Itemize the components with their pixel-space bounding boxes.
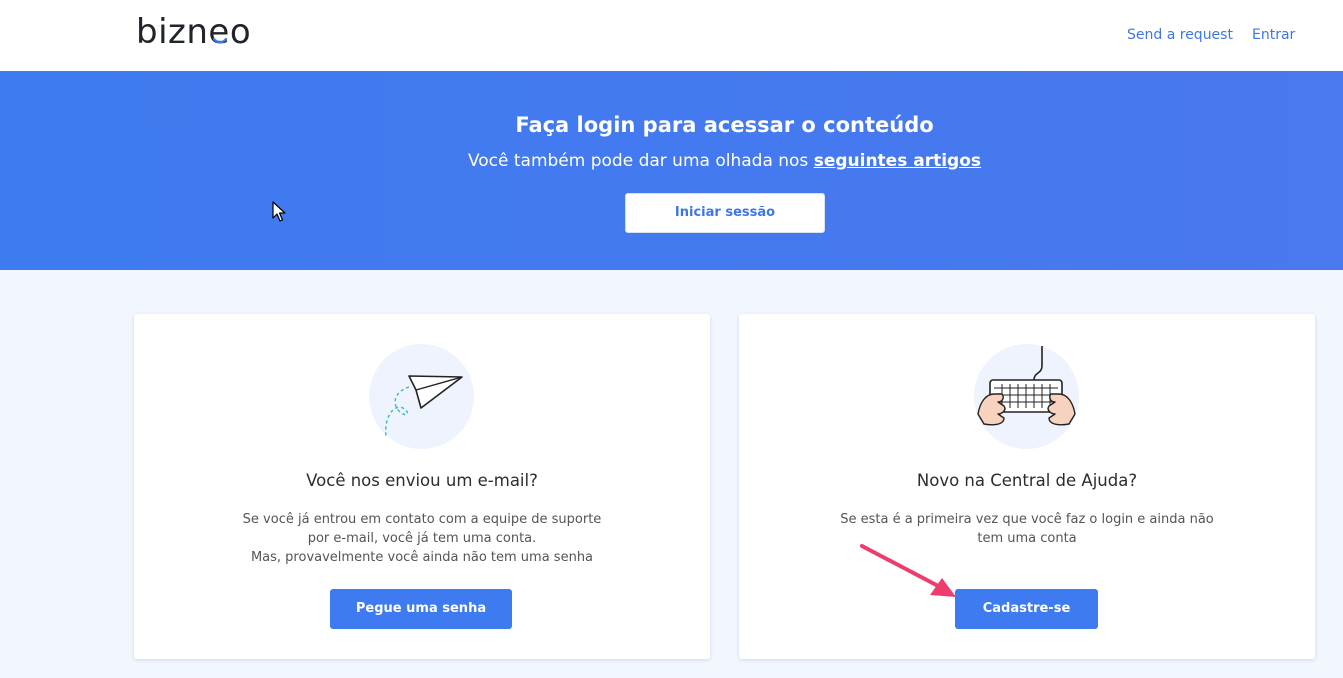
hero-title: Faça login para acessar o conteúdo [515, 113, 934, 137]
card-description-line: por e-mail, você já tem uma conta. [307, 531, 537, 546]
annotation-arrow-icon [860, 544, 956, 597]
mouse-pointer-icon [272, 201, 286, 222]
card-title: Você nos enviou um e-mail? [306, 471, 538, 490]
articles-link[interactable]: seguintes artigos [814, 151, 981, 171]
login-hero-banner: Faça login para acessar o conteúdo Você … [0, 71, 1343, 270]
bizneo-logo[interactable]: bizneo [136, 12, 251, 52]
card-title: Novo na Central de Ajuda? [916, 471, 1138, 490]
illustration-circle [369, 344, 474, 449]
card-description-line: Se esta é a primeira vez que você faz o … [840, 512, 1214, 527]
get-password-button[interactable]: Pegue uma senha [330, 589, 512, 629]
paper-plane-icon [385, 375, 463, 437]
send-request-link[interactable]: Send a request [1127, 27, 1233, 43]
card-description: Se você já entrou em contato com a equip… [134, 510, 710, 567]
top-header: bizneo Send a request Entrar [0, 0, 1343, 71]
card-description-line: Se você já entrou em contato com a equip… [242, 512, 602, 527]
card-description: Se esta é a primeira vez que você faz o … [739, 510, 1315, 548]
login-link[interactable]: Entrar [1252, 27, 1295, 43]
email-user-card: Você nos enviou um e-mail? Se você já en… [134, 314, 710, 659]
start-session-button[interactable]: Iniciar sessão [625, 193, 825, 233]
card-description-line: Mas, provavelmente você ainda não tem um… [250, 550, 594, 565]
new-user-card: Novo na Central de Ajuda? Se esta é a pr… [739, 314, 1315, 659]
card-description-line: tem uma conta [977, 531, 1077, 546]
keyboard-icon [977, 346, 1076, 426]
illustration-circle [974, 344, 1079, 449]
logo-smile-mark [213, 38, 227, 44]
hero-subtitle: Você também pode dar uma olhada nos segu… [0, 151, 1343, 171]
hero-subtitle-text: Você também pode dar uma olhada nos [467, 151, 814, 171]
sign-up-button[interactable]: Cadastre-se [955, 589, 1098, 629]
